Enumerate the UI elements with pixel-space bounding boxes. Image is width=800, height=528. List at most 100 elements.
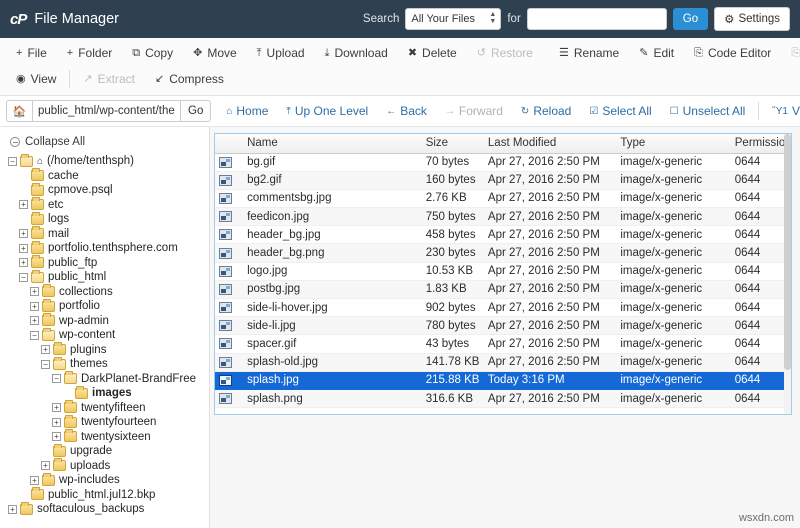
- column-header-name[interactable]: Name: [243, 134, 422, 154]
- tree-node-images[interactable]: images: [8, 385, 209, 401]
- collapse-icon[interactable]: −: [8, 156, 17, 166]
- collapse-icon[interactable]: −: [30, 330, 39, 340]
- toolbar-download-button[interactable]: ⤓ Download: [315, 46, 398, 60]
- tree-node-wp-admin[interactable]: + wp-admin: [8, 313, 209, 329]
- table-row[interactable]: side-li-hover.jpg 902 bytes Apr 27, 2016 2…: [215, 298, 791, 318]
- toolbar-file-button[interactable]: + File: [6, 46, 57, 60]
- nav-view-trash-button[interactable]: Ὕ1 View Trash: [763, 104, 800, 118]
- expand-icon[interactable]: +: [8, 504, 17, 514]
- collapse-icon[interactable]: −: [52, 374, 61, 384]
- home-icon[interactable]: 🏠: [6, 100, 32, 122]
- tree-node-public-ftp[interactable]: + public_ftp: [8, 255, 209, 271]
- tree-node--home-tenthsph-[interactable]: − ⌂ (/home/tenthsph): [8, 153, 209, 169]
- tree-node-collections[interactable]: + collections: [8, 284, 209, 300]
- table-row[interactable]: bg2.gif 160 bytes Apr 27, 2016 2:50 PM imag…: [215, 171, 791, 190]
- nav-reload-button[interactable]: ↻ Reload: [512, 104, 580, 118]
- toolbar-code-editor-button[interactable]: ⎘ Code Editor: [684, 46, 781, 60]
- table-row[interactable]: bg.gif 70 bytes Apr 27, 2016 2:50 PM image/…: [215, 153, 791, 172]
- toolbar-copy-button[interactable]: ⧉ Copy: [122, 46, 183, 60]
- file-name: postbg.jpg: [243, 280, 422, 300]
- expand-icon[interactable]: +: [19, 243, 28, 253]
- path-input[interactable]: [32, 100, 180, 122]
- column-header-type[interactable]: Type: [616, 134, 731, 154]
- table-row[interactable]: splash.png 316.6 KB Apr 27, 2016 2:50 PM im…: [215, 389, 791, 409]
- expand-icon[interactable]: +: [30, 475, 39, 485]
- tree-node-wp-includes[interactable]: + wp-includes: [8, 472, 209, 488]
- table-row[interactable]: postbg.jpg 1.83 KB Apr 27, 2016 2:50 PM ima…: [215, 280, 791, 300]
- toolbar-delete-button[interactable]: ✖ Delete: [398, 46, 467, 60]
- tree-node-label: public_html.jul12.bkp: [48, 488, 156, 501]
- tree-node-darkplanet-brandfree[interactable]: − DarkPlanet-BrandFree: [8, 371, 209, 387]
- expand-icon[interactable]: +: [30, 301, 39, 311]
- search-go-button[interactable]: Go: [672, 8, 709, 30]
- tree-node-twentyfifteen[interactable]: + twentyfifteen: [8, 400, 209, 416]
- tree-node-mail[interactable]: + mail: [8, 226, 209, 242]
- settings-button[interactable]: ⚙ Settings: [714, 7, 790, 31]
- toolbar-upload-button[interactable]: ⤒ Upload: [247, 46, 315, 60]
- tree-node-etc[interactable]: + etc: [8, 197, 209, 213]
- tree-node-portfolio-tenthsphere-com[interactable]: + portfolio.tenthsphere.com: [8, 240, 209, 256]
- table-row[interactable]: side-li.jpg 780 bytes Apr 27, 2016 2:50 PM…: [215, 316, 791, 336]
- table-row[interactable]: logo.jpg 10.53 KB Apr 27, 2016 2:50 PM imag…: [215, 262, 791, 281]
- tree-node-softaculous-backups[interactable]: + softaculous_backups: [8, 501, 209, 517]
- tree-node-uploads[interactable]: + uploads: [8, 458, 209, 474]
- expand-icon[interactable]: +: [19, 229, 28, 239]
- collapse-icon[interactable]: −: [19, 272, 28, 282]
- file-permissions: 0644: [730, 207, 791, 227]
- tree-node-public-html[interactable]: − public_html: [8, 269, 209, 285]
- column-header-last-modified[interactable]: Last Modified: [483, 134, 617, 154]
- expand-icon[interactable]: +: [41, 461, 50, 471]
- nav-item-label: Back: [400, 104, 427, 118]
- table-row[interactable]: header_bg.jpg 458 bytes Apr 27, 2016 2:50 …: [215, 225, 791, 245]
- column-header-permissions[interactable]: Permissions: [730, 134, 791, 154]
- table-row[interactable]: feedicon.jpg 750 bytes Apr 27, 2016 2:50 P…: [215, 207, 791, 227]
- collapse-all-button[interactable]: Collapse All: [10, 136, 209, 148]
- tree-node-public-html-jul12-bkp[interactable]: public_html.jul12.bkp: [8, 487, 209, 503]
- tree-node-upgrade[interactable]: upgrade: [8, 443, 209, 459]
- tree-node-portfolio[interactable]: + portfolio: [8, 298, 209, 314]
- toolbar-compress-button[interactable]: ↙ Compress: [145, 72, 234, 86]
- tree-node-twentyfourteen[interactable]: + twentyfourteen: [8, 414, 209, 430]
- tree-node-cpmove-psql[interactable]: cpmove.psql: [8, 182, 209, 198]
- nav-home-button[interactable]: ⌂ Home: [217, 104, 277, 118]
- table-row[interactable]: header_bg.png 230 bytes Apr 27, 2016 2:50 …: [215, 243, 791, 263]
- table-row[interactable]: spacer.gif 43 bytes Apr 27, 2016 2:50 PM im…: [215, 334, 791, 354]
- tree-node-themes[interactable]: − themes: [8, 356, 209, 372]
- tree-node-label: etc: [48, 198, 64, 211]
- nav-back-button[interactable]: ← Back: [377, 104, 436, 118]
- toolbar-edit-button[interactable]: ✎ Edit: [629, 46, 684, 60]
- tree-node-twentysixteen[interactable]: + twentysixteen: [8, 429, 209, 445]
- scrollbar-thumb[interactable]: [784, 134, 791, 370]
- tree-node-label: twentysixteen: [81, 430, 151, 443]
- expand-icon[interactable]: +: [52, 417, 61, 427]
- toolbar-move-button[interactable]: ✥ Move: [183, 46, 247, 60]
- toolbar-rename-button[interactable]: ☰ Rename: [549, 46, 629, 60]
- nav-select-all-button[interactable]: ☑ Select All: [580, 104, 660, 118]
- table-row[interactable]: splash.jpg 215.88 KB Today 3:16 PM image/x-…: [215, 371, 791, 390]
- file-table-scrollbar[interactable]: [784, 134, 791, 414]
- toolbar-folder-button[interactable]: + Folder: [57, 46, 122, 60]
- path-go-button[interactable]: Go: [180, 100, 212, 122]
- expand-icon[interactable]: +: [19, 258, 28, 268]
- toolbar-view-button[interactable]: ◉ View: [6, 72, 66, 86]
- nav-up-one-level-button[interactable]: ⤒ Up One Level: [277, 104, 377, 118]
- tree-node-cache[interactable]: cache: [8, 168, 209, 184]
- tree-node-wp-content[interactable]: − wp-content: [8, 327, 209, 343]
- table-row[interactable]: splash-old.jpg 141.78 KB Apr 27, 2016 2:50…: [215, 353, 791, 372]
- table-row[interactable]: commentsbg.jpg 2.76 KB Apr 27, 2016 2:50 P…: [215, 189, 791, 209]
- collapse-icon[interactable]: −: [41, 359, 50, 369]
- expand-icon[interactable]: +: [19, 200, 28, 210]
- expand-icon[interactable]: +: [30, 316, 39, 326]
- nav-unselect-all-button[interactable]: ☐ Unselect All: [661, 104, 755, 118]
- column-header-size[interactable]: Size: [421, 134, 484, 154]
- expand-icon[interactable]: +: [41, 345, 50, 355]
- expand-icon[interactable]: +: [52, 432, 61, 442]
- tree-node-logs[interactable]: logs: [8, 211, 209, 227]
- search-input[interactable]: [526, 8, 667, 30]
- file-size: 458 bytes: [421, 225, 484, 245]
- search-scope-select[interactable]: All Your Files: [405, 8, 502, 30]
- expand-icon[interactable]: +: [52, 403, 61, 413]
- tree-node-plugins[interactable]: + plugins: [8, 342, 209, 358]
- expand-icon[interactable]: +: [30, 287, 39, 297]
